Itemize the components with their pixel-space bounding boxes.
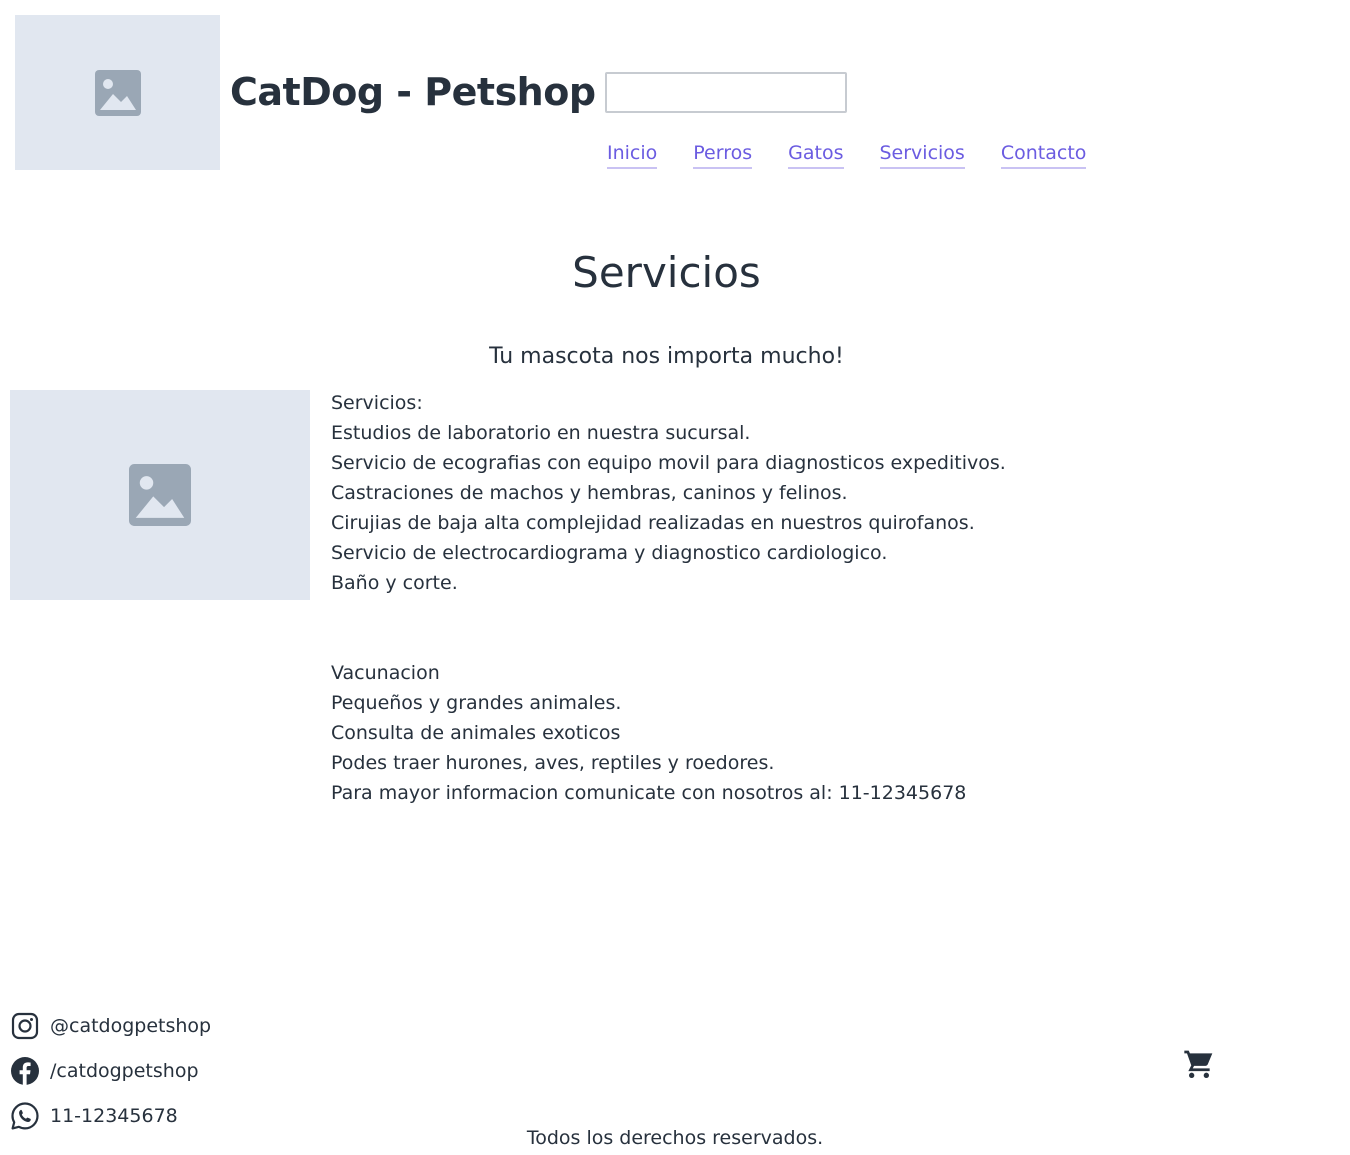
- image-placeholder-icon: [94, 69, 141, 116]
- social-label: @catdogpetshop: [50, 1014, 212, 1037]
- social-label: /catdogpetshop: [50, 1059, 199, 1082]
- services-list-item: Baño y corte.: [331, 572, 458, 594]
- site-title: CatDog - Petshop: [230, 70, 596, 114]
- image-placeholder-icon: [129, 464, 191, 526]
- tagline: Tu mascota nos importa mucho!: [489, 344, 844, 369]
- social-item-facebook[interactable]: /catdogpetshop: [10, 1048, 211, 1093]
- social-item-instagram[interactable]: @catdogpetshop: [10, 1003, 211, 1048]
- services-list-item: Castraciones de machos y hembras, canino…: [331, 482, 848, 504]
- nav-link-inicio[interactable]: Inicio: [607, 140, 658, 169]
- copyright-text: Todos los derechos reservados.: [526, 1127, 824, 1149]
- services-list-item: Servicio de ecografias con equipo movil …: [331, 452, 1006, 474]
- main-nav: Inicio Perros Gatos Servicios Contacto: [607, 140, 1087, 169]
- social-label: 11-12345678: [50, 1104, 178, 1127]
- facebook-icon: [10, 1056, 40, 1086]
- service-image-placeholder: [10, 390, 310, 600]
- search-input[interactable]: [605, 72, 847, 113]
- nav-link-perros[interactable]: Perros: [693, 140, 753, 169]
- nav-link-servicios[interactable]: Servicios: [879, 140, 965, 169]
- cart-icon[interactable]: [1182, 1047, 1216, 1081]
- nav-link-contacto[interactable]: Contacto: [1000, 140, 1087, 169]
- services-list-item: Podes traer hurones, aves, reptiles y ro…: [331, 752, 775, 774]
- nav-link-gatos[interactable]: Gatos: [788, 140, 844, 169]
- services-list-item: Servicios:: [331, 392, 423, 414]
- instagram-icon: [10, 1011, 40, 1041]
- social-links: @catdogpetshop /catdogpetshop 11-1234567…: [10, 1003, 211, 1138]
- services-list-spacer: [331, 598, 1006, 658]
- services-list-item: Servicio de electrocardiograma y diagnos…: [331, 542, 888, 564]
- services-list: Servicios: Estudios de laboratorio en nu…: [331, 388, 1006, 808]
- services-list-item: Para mayor informacion comunicate con no…: [331, 782, 967, 804]
- page-heading: Servicios: [572, 248, 761, 297]
- logo-image-placeholder: [15, 15, 220, 170]
- services-list-item: Cirujias de baja alta complejidad realiz…: [331, 512, 975, 534]
- services-list-item: Pequeños y grandes animales.: [331, 692, 622, 714]
- services-list-item: Estudios de laboratorio en nuestra sucur…: [331, 422, 751, 444]
- services-list-item: Vacunacion: [331, 662, 440, 684]
- services-list-item: Consulta de animales exoticos: [331, 722, 621, 744]
